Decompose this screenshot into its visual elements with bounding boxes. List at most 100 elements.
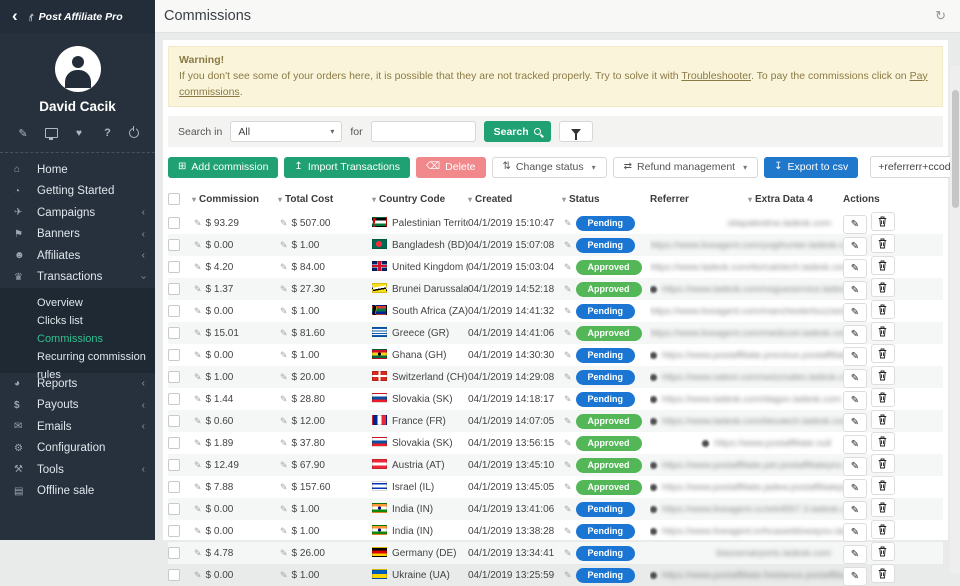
row-checkbox[interactable] bbox=[168, 327, 180, 339]
pencil-icon[interactable]: ✎ bbox=[194, 350, 202, 360]
delete-row-button[interactable] bbox=[871, 520, 895, 539]
edit-row-button[interactable]: ✎ bbox=[843, 369, 867, 388]
pencil-icon[interactable]: ✎ bbox=[194, 570, 202, 580]
submenu-item-commissions[interactable]: Commissions bbox=[0, 330, 155, 348]
delete-row-button[interactable] bbox=[871, 234, 895, 253]
delete-row-button[interactable] bbox=[871, 388, 895, 407]
scrollbar-thumb[interactable] bbox=[952, 90, 959, 208]
column-country-code[interactable]: ▾Country Code bbox=[372, 186, 468, 212]
row-checkbox[interactable] bbox=[168, 217, 180, 229]
delete-row-button[interactable] bbox=[871, 476, 895, 495]
sidebar-item-configuration[interactable]: Configuration bbox=[0, 438, 155, 460]
pencil-icon[interactable]: ✎ bbox=[194, 482, 202, 492]
sidebar-item-transactions[interactable]: Transactions‹ bbox=[0, 267, 155, 289]
columns-select[interactable]: +referrerr+ccode▾ bbox=[870, 156, 960, 178]
pencil-icon[interactable]: ✎ bbox=[280, 240, 288, 250]
pencil-icon[interactable]: ✎ bbox=[280, 262, 288, 272]
pencil-icon[interactable]: ✎ bbox=[564, 306, 572, 316]
delete-row-button[interactable] bbox=[871, 344, 895, 363]
delete-row-button[interactable] bbox=[871, 432, 895, 451]
pencil-icon[interactable]: ✎ bbox=[280, 284, 288, 294]
row-checkbox[interactable] bbox=[168, 437, 180, 449]
pencil-icon[interactable]: ✎ bbox=[564, 262, 572, 272]
edit-row-button[interactable]: ✎ bbox=[843, 413, 867, 432]
edit-row-button[interactable]: ✎ bbox=[843, 435, 867, 454]
edit-row-button[interactable]: ✎ bbox=[843, 523, 867, 542]
pencil-icon[interactable]: ✎ bbox=[194, 438, 202, 448]
row-checkbox[interactable] bbox=[168, 415, 180, 427]
add-commission-button[interactable]: ⊞Add commission bbox=[168, 157, 278, 178]
pencil-icon[interactable]: ✎ bbox=[194, 328, 202, 338]
delete-button[interactable]: ⌫Delete bbox=[416, 157, 486, 178]
refresh-icon[interactable]: ↻ bbox=[935, 8, 946, 24]
sidebar-item-campaigns[interactable]: Campaigns‹ bbox=[0, 202, 155, 224]
sidebar-item-reports[interactable]: Reports‹ bbox=[0, 373, 155, 395]
pencil-icon[interactable]: ✎ bbox=[280, 504, 288, 514]
edit-row-button[interactable]: ✎ bbox=[843, 567, 867, 586]
refund-management-button[interactable]: ⇄Refund management▾ bbox=[613, 157, 758, 178]
back-button[interactable]: ‹ bbox=[0, 6, 28, 28]
sidebar-item-home[interactable]: Home bbox=[0, 159, 155, 181]
submenu-item-overview[interactable]: Overview bbox=[0, 294, 155, 312]
select-all-checkbox[interactable] bbox=[168, 193, 180, 205]
pencil-icon[interactable]: ✎ bbox=[194, 394, 202, 404]
row-checkbox[interactable] bbox=[168, 371, 180, 383]
pencil-icon[interactable]: ✎ bbox=[564, 416, 572, 426]
row-checkbox[interactable] bbox=[168, 349, 180, 361]
column-commission[interactable]: ▾Commission bbox=[192, 186, 278, 212]
row-checkbox[interactable] bbox=[168, 503, 180, 515]
row-checkbox[interactable] bbox=[168, 525, 180, 537]
pencil-icon[interactable]: ✎ bbox=[280, 416, 288, 426]
troubleshooter-link[interactable]: Troubleshooter bbox=[681, 70, 751, 82]
heart-icon[interactable] bbox=[72, 126, 86, 140]
delete-row-button[interactable] bbox=[871, 410, 895, 429]
search-input[interactable] bbox=[371, 121, 476, 142]
edit-row-button[interactable]: ✎ bbox=[843, 391, 867, 410]
export-csv-button[interactable]: ↧Export to csv bbox=[764, 157, 858, 178]
edit-row-button[interactable]: ✎ bbox=[843, 259, 867, 278]
row-checkbox[interactable] bbox=[168, 305, 180, 317]
row-checkbox[interactable] bbox=[168, 393, 180, 405]
submenu-item-recurring-commission-rules[interactable]: Recurring commission rules bbox=[0, 348, 155, 366]
pencil-icon[interactable]: ✎ bbox=[564, 526, 572, 536]
edit-row-button[interactable]: ✎ bbox=[843, 347, 867, 366]
delete-row-button[interactable] bbox=[871, 366, 895, 385]
sidebar-item-tools[interactable]: Tools‹ bbox=[0, 459, 155, 481]
search-in-select[interactable]: All▾ bbox=[230, 121, 342, 142]
pencil-icon[interactable]: ✎ bbox=[194, 504, 202, 514]
edit-row-button[interactable]: ✎ bbox=[843, 545, 867, 564]
pencil-icon[interactable]: ✎ bbox=[564, 394, 572, 404]
pencil-icon[interactable]: ✎ bbox=[194, 548, 202, 558]
pencil-icon[interactable]: ✎ bbox=[194, 526, 202, 536]
pencil-icon[interactable]: ✎ bbox=[280, 350, 288, 360]
pencil-icon[interactable]: ✎ bbox=[280, 394, 288, 404]
edit-row-button[interactable]: ✎ bbox=[843, 457, 867, 476]
edit-row-button[interactable]: ✎ bbox=[843, 215, 867, 234]
row-checkbox[interactable] bbox=[168, 283, 180, 295]
filter-button[interactable] bbox=[559, 121, 593, 142]
pencil-icon[interactable]: ✎ bbox=[194, 284, 202, 294]
pencil-icon[interactable]: ✎ bbox=[280, 460, 288, 470]
pencil-icon[interactable]: ✎ bbox=[194, 262, 202, 272]
delete-row-button[interactable] bbox=[871, 498, 895, 517]
column-referrer[interactable]: Referrer bbox=[650, 186, 748, 212]
edit-row-button[interactable]: ✎ bbox=[843, 479, 867, 498]
search-button[interactable]: Search bbox=[484, 121, 551, 142]
pencil-icon[interactable]: ✎ bbox=[564, 240, 572, 250]
power-icon[interactable] bbox=[129, 128, 139, 138]
sidebar-item-payouts[interactable]: Payouts‹ bbox=[0, 395, 155, 417]
row-checkbox[interactable] bbox=[168, 459, 180, 471]
submenu-item-clicks-list[interactable]: Clicks list bbox=[0, 312, 155, 330]
edit-row-button[interactable]: ✎ bbox=[843, 237, 867, 256]
pencil-icon[interactable]: ✎ bbox=[280, 548, 288, 558]
pencil-icon[interactable]: ✎ bbox=[564, 350, 572, 360]
column-extra-data-4[interactable]: ▾Extra Data 4 bbox=[748, 186, 843, 212]
pencil-icon[interactable]: ✎ bbox=[564, 328, 572, 338]
pencil-icon[interactable]: ✎ bbox=[564, 482, 572, 492]
pencil-icon[interactable]: ✎ bbox=[564, 284, 572, 294]
pencil-icon[interactable]: ✎ bbox=[564, 548, 572, 558]
delete-row-button[interactable] bbox=[871, 300, 895, 319]
delete-row-button[interactable] bbox=[871, 212, 895, 231]
scrollbar[interactable] bbox=[950, 66, 960, 573]
pencil-icon[interactable]: ✎ bbox=[280, 218, 288, 228]
